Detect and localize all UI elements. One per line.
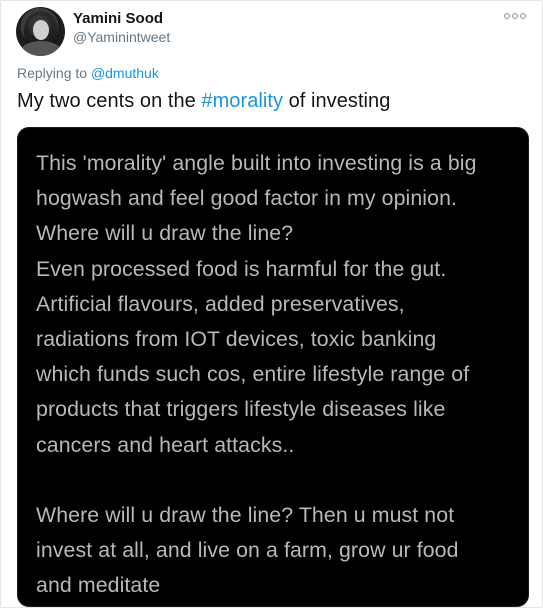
tweet-text-before: My two cents on the <box>17 90 202 112</box>
image-text-line: cancers and heart attacks.. <box>36 432 295 457</box>
replying-to-label: Replying to <box>17 65 88 81</box>
tweet-image[interactable]: This 'morality' angle built into investi… <box>17 127 529 607</box>
image-text-line: This 'morality' angle built into investi… <box>36 151 477 175</box>
author-name[interactable]: Yamini Sood <box>73 10 163 27</box>
image-text-line: Even processed food is harmful for the g… <box>36 256 447 281</box>
image-text-line: Where will u draw the line? <box>36 221 294 246</box>
tweet-card: Yamini Sood @Yaminintweet Replying to @d… <box>0 0 543 608</box>
more-dot <box>504 13 510 19</box>
image-text-block: This 'morality' angle built into investi… <box>36 146 516 604</box>
avatar-shoulder <box>20 41 62 56</box>
more-options-icon[interactable] <box>504 13 526 19</box>
replying-to: Replying to @dmuthuk <box>17 65 159 81</box>
image-text-line: which funds such cos, entire lifestyle r… <box>36 362 470 387</box>
image-text-line: Where will u draw the line? Then u must … <box>36 503 455 528</box>
image-text-line: radiations from IOT devices, toxic banki… <box>36 327 437 352</box>
avatar[interactable] <box>16 7 65 56</box>
author-handle[interactable]: @Yaminintweet <box>73 29 170 45</box>
image-text-gap <box>36 463 516 498</box>
image-text-line: products that triggers lifestyle disease… <box>36 397 446 422</box>
image-text-line: invest at all, and live on a farm, grow … <box>36 538 459 563</box>
more-dot <box>512 13 518 19</box>
image-text-line: hogwash and feel good factor in my opini… <box>36 186 458 211</box>
reply-mention-link[interactable]: @dmuthuk <box>91 65 159 81</box>
image-text-line: Artificial flavours, added preservatives… <box>36 291 405 316</box>
tweet-text-after: of investing <box>283 90 391 112</box>
hashtag-link[interactable]: #morality <box>201 90 283 112</box>
avatar-face <box>33 20 49 40</box>
tweet-text: My two cents on the #morality of investi… <box>17 90 390 113</box>
more-dot <box>520 13 526 19</box>
image-text-line: and meditate <box>36 573 161 598</box>
